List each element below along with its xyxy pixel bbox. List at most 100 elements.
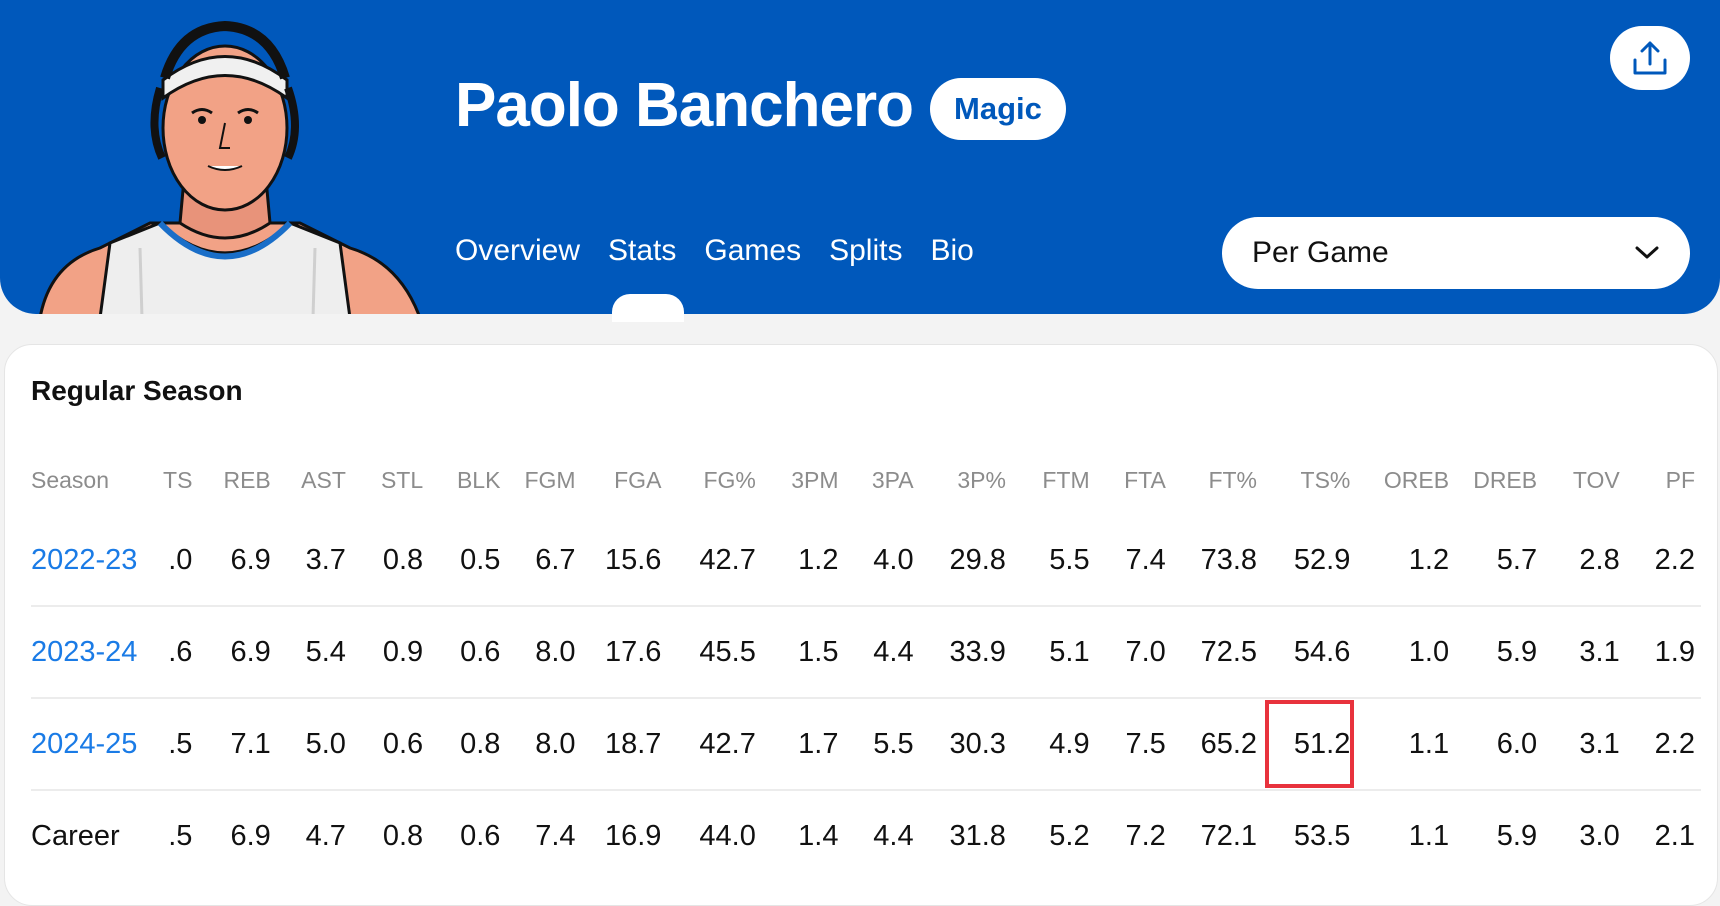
stats-table: Season TS REB AST STL BLK FGM FGA FG% 3PM 3PA 3P% FT… (31, 445, 1701, 881)
stat-cell: 29.8 (949, 543, 1006, 576)
stat-cell: 1.2 (798, 543, 839, 576)
table-row: 2022-23 .0 6.9 3.7 0.8 0.5 6.7 15.6 42.7 1.2 4.0 29… (31, 515, 1701, 606)
column-header-tov[interactable]: TOV (1543, 445, 1626, 515)
season-cell: 2023-24 (31, 606, 147, 698)
stat-cell: .6 (168, 635, 193, 668)
stat-cell: 0.8 (382, 543, 424, 576)
stat-cell: 1.2 (1408, 543, 1450, 576)
column-header-ts-pct[interactable]: TS% (1263, 445, 1356, 515)
stat-cell: 8.0 (535, 635, 576, 668)
stat-cell: 2.1 (1654, 819, 1695, 852)
column-header-fg-pct[interactable]: FG% (667, 445, 761, 515)
stat-cell: 3.1 (1579, 635, 1620, 668)
stat-cell: 1.4 (798, 819, 839, 852)
table-header-row: Season TS REB AST STL BLK FGM FGA FG% 3PM 3PA 3P% FT… (31, 445, 1701, 515)
stat-cell: 0.8 (382, 819, 424, 852)
table-row: 2024-25 .5 7.1 5.0 0.6 0.8 8.0 18.7 42.7 1.7 5.5 30… (31, 698, 1701, 790)
column-header-fga[interactable]: FGA (582, 445, 668, 515)
stat-cell: 17.6 (604, 635, 662, 668)
stat-cell: 5.5 (873, 727, 914, 760)
stat-cell: 72.1 (1200, 819, 1258, 852)
stat-cell: 4.4 (873, 819, 914, 852)
stat-cell: 18.7 (604, 727, 662, 760)
season-link[interactable]: 2023-24 (31, 636, 137, 668)
season-cell: 2022-23 (31, 515, 147, 606)
stat-cell: 4.4 (873, 635, 914, 668)
stat-cell: 4.7 (305, 819, 346, 852)
column-header-reb[interactable]: REB (198, 445, 276, 515)
table-row: Career .5 6.9 4.7 0.8 0.6 7.4 16.9 44.0 1.4 4.4 31.… (31, 790, 1701, 881)
chevron-down-icon (1635, 246, 1659, 259)
stat-cell: 7.4 (535, 819, 576, 852)
tab-stats[interactable]: Stats (608, 234, 676, 268)
tab-overview[interactable]: Overview (455, 234, 580, 268)
stat-cell: 65.2 (1200, 727, 1258, 760)
share-upload-icon (1633, 41, 1667, 75)
stat-cell: 6.7 (535, 543, 576, 576)
tab-bio[interactable]: Bio (930, 234, 973, 268)
table-row: 2023-24 .6 6.9 5.4 0.9 0.6 8.0 17.6 45.5 1.5 4.4 33… (31, 606, 1701, 698)
stat-cell: 5.1 (1049, 635, 1090, 668)
stat-cell: 45.5 (699, 635, 756, 668)
team-badge[interactable]: Magic (930, 78, 1066, 140)
stat-cell: 5.4 (305, 635, 346, 668)
player-name: Paolo Banchero (455, 71, 914, 140)
column-header-blk[interactable]: BLK (429, 445, 506, 515)
stat-cell: 42.7 (699, 727, 756, 760)
stat-cell: 0.8 (460, 727, 501, 760)
stat-cell: 42.7 (699, 543, 756, 576)
column-header-ft-pct[interactable]: FT% (1172, 445, 1263, 515)
stat-cell: 7.2 (1125, 819, 1166, 852)
column-header-season[interactable]: Season (31, 445, 147, 515)
stat-cell: 1.9 (1654, 635, 1695, 668)
stat-cell: 4.9 (1049, 727, 1090, 760)
stat-cell: 1.0 (1408, 635, 1450, 668)
season-cell: Career (31, 819, 120, 852)
column-header-stl[interactable]: STL (352, 445, 429, 515)
column-header-3p-pct[interactable]: 3P% (920, 445, 1012, 515)
column-header-dreb[interactable]: DREB (1455, 445, 1543, 515)
stat-cell: 7.5 (1125, 727, 1166, 760)
stat-cell: 2.2 (1654, 727, 1695, 760)
column-header-ast[interactable]: AST (277, 445, 352, 515)
stat-cell: 7.0 (1125, 635, 1166, 668)
stat-cell: 5.7 (1496, 543, 1538, 576)
stat-mode-select[interactable]: Per Game (1222, 217, 1690, 289)
stat-cell: 73.8 (1200, 543, 1258, 576)
column-header-ftm[interactable]: FTM (1012, 445, 1096, 515)
tab-games[interactable]: Games (704, 234, 801, 268)
tab-splits[interactable]: Splits (829, 234, 902, 268)
stat-mode-value: Per Game (1252, 236, 1389, 269)
section-title: Regular Season (31, 375, 243, 406)
column-header-ts[interactable]: TS (147, 445, 199, 515)
column-header-fta[interactable]: FTA (1096, 445, 1172, 515)
season-link[interactable]: 2022-23 (31, 544, 137, 576)
stat-cell: 0.5 (460, 543, 501, 576)
stat-cell: 0.9 (382, 635, 424, 668)
stat-cell: 2.8 (1579, 543, 1620, 576)
stat-cell: 52.9 (1293, 543, 1351, 576)
stat-cell: 2.2 (1654, 543, 1695, 576)
column-header-oreb[interactable]: OREB (1356, 445, 1455, 515)
player-header: Paolo Banchero Magic Overview Stats Game… (0, 0, 1720, 314)
highlighted-stat-cell: 51.2 (1263, 698, 1356, 790)
season-cell: 2024-25 (31, 698, 147, 790)
stat-cell: 1.1 (1408, 819, 1450, 852)
season-link[interactable]: 2024-25 (31, 728, 137, 760)
stat-cell: 4.0 (873, 543, 914, 576)
stat-cell: 33.9 (949, 635, 1006, 668)
column-header-fgm[interactable]: FGM (506, 445, 581, 515)
stat-cell: 16.9 (604, 819, 662, 852)
stat-cell: 3.1 (1579, 727, 1620, 760)
stat-cell: .5 (168, 727, 193, 760)
stat-cell: .0 (168, 543, 193, 576)
stat-cell: 8.0 (535, 727, 576, 760)
column-header-3pm[interactable]: 3PM (762, 445, 845, 515)
column-header-3pa[interactable]: 3PA (844, 445, 919, 515)
stat-cell: 6.0 (1496, 727, 1538, 760)
column-header-pf[interactable]: PF (1626, 445, 1701, 515)
stat-cell: 5.9 (1496, 635, 1538, 668)
active-tab-indicator (612, 294, 684, 322)
share-button[interactable] (1610, 26, 1690, 90)
stat-cell: .5 (168, 819, 193, 852)
